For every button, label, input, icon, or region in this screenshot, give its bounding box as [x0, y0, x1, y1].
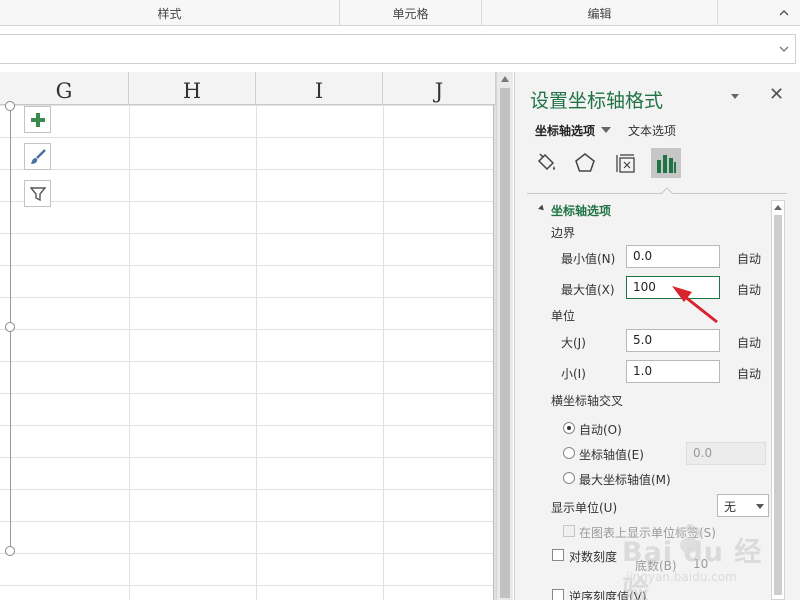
chevron-down-icon[interactable] [601, 127, 611, 133]
ribbon-group-styles: 样式 [0, 0, 340, 26]
collapse-triangle-icon[interactable] [538, 204, 546, 213]
fill-bucket-icon [537, 153, 555, 171]
format-axis-pane: 设置坐标轴格式 ✕ 坐标轴选项 文本选项 坐标轴选项 边界 最小值(N) 0.0… [514, 72, 800, 600]
crosses-max-label[interactable]: 最大坐标轴值(M) [579, 471, 671, 488]
max-auto-label: 自动 [737, 283, 762, 297]
filter-icon [29, 186, 46, 201]
grid-line [129, 105, 130, 600]
grid-line [256, 105, 257, 600]
display-units-label: 显示单位(U) [551, 501, 618, 515]
pane-title: 设置坐标轴格式 [530, 90, 664, 112]
min-auto-label: 自动 [737, 252, 762, 266]
major-unit-label: 大(J) [561, 336, 586, 350]
column-headers: G H I J [0, 72, 496, 105]
close-icon[interactable]: ✕ [769, 86, 784, 104]
reverse-order-label: 逆序刻度值(V) [569, 590, 647, 600]
size-properties-button[interactable] [611, 148, 641, 178]
column-header-h[interactable]: H [129, 72, 256, 105]
size-properties-icon [616, 154, 635, 173]
show-units-label-checkbox[interactable] [563, 525, 575, 537]
show-units-label-text: 在图表上显示单位标签(S) [579, 526, 716, 540]
units-label: 单位 [551, 309, 576, 323]
axis-crosses-label: 横坐标轴交叉 [551, 394, 624, 408]
scroll-up-arrow-icon[interactable] [774, 205, 782, 210]
max-label: 最大值(X) [561, 283, 615, 297]
major-unit-input[interactable]: 5.0 [626, 329, 720, 352]
brush-icon [30, 148, 46, 164]
chart-elements-button[interactable] [24, 106, 51, 133]
minor-unit-label: 小(I) [561, 367, 586, 381]
crosses-axis-value-radio[interactable] [563, 447, 575, 459]
tab-text-options[interactable]: 文本选项 [628, 122, 676, 139]
chart-resize-handle[interactable] [5, 546, 15, 556]
crosses-auto-label[interactable]: 自动(O) [579, 421, 622, 438]
grid-line [383, 105, 384, 600]
scroll-up-arrow-icon[interactable] [501, 76, 509, 82]
minor-auto-label: 自动 [737, 367, 762, 381]
chart-resize-handle[interactable] [5, 101, 15, 111]
crosses-max-radio[interactable] [563, 472, 575, 484]
pane-options-chevron-icon[interactable] [731, 94, 739, 99]
log-scale-checkbox[interactable] [552, 549, 564, 561]
ribbon-group-labels: 样式 单元格 编辑 [0, 0, 800, 26]
collapse-ribbon-icon[interactable] [778, 7, 790, 19]
worksheet-scrollbar[interactable] [496, 72, 513, 600]
log-scale-label: 对数刻度 [569, 550, 618, 564]
crosses-auto-radio[interactable] [563, 422, 575, 434]
column-header-i[interactable]: I [256, 72, 383, 105]
effects-button[interactable] [570, 148, 600, 178]
chart-filters-button[interactable] [24, 180, 51, 207]
plus-icon [30, 112, 45, 127]
bar-chart-icon [657, 155, 676, 173]
pane-scrollbar[interactable] [771, 200, 785, 600]
display-units-value: 无 [724, 500, 737, 514]
section-axis-options[interactable]: 坐标轴选项 [551, 202, 611, 219]
crosses-axis-value-label[interactable]: 坐标轴值(E) [579, 446, 644, 463]
min-bound-input[interactable]: 0.0 [626, 245, 720, 268]
display-units-select[interactable]: 无 [717, 494, 769, 517]
max-bound-input[interactable]: 100 [626, 276, 720, 299]
log-base-label: 底数(B) [635, 559, 677, 573]
crosses-axis-value-input[interactable]: 0.0 [686, 442, 766, 465]
chart-resize-handle[interactable] [5, 322, 15, 332]
icon-row-divider [527, 193, 787, 194]
column-header-g[interactable]: G [0, 72, 129, 105]
column-header-j[interactable]: J [383, 72, 496, 105]
bounds-label: 边界 [551, 226, 576, 240]
ribbon-group-editing: 编辑 [482, 0, 718, 26]
worksheet[interactable]: G H I J [0, 72, 496, 600]
ribbon-group-cells: 单元格 [340, 0, 482, 26]
log-base-value: 10 [693, 557, 709, 571]
tab-axis-options[interactable]: 坐标轴选项 [535, 122, 595, 139]
chevron-down-icon [756, 504, 764, 509]
pentagon-icon [575, 153, 595, 172]
expand-formula-bar-icon[interactable] [779, 45, 789, 53]
axis-options-button[interactable] [651, 148, 681, 178]
major-auto-label: 自动 [737, 336, 762, 350]
reverse-order-checkbox[interactable] [552, 589, 564, 600]
cell-grid[interactable] [0, 105, 496, 600]
formula-bar[interactable] [0, 34, 796, 64]
minor-unit-input[interactable]: 1.0 [626, 360, 720, 383]
chart-styles-button[interactable] [24, 143, 51, 170]
scrollbar-thumb[interactable] [500, 88, 510, 598]
fill-line-button[interactable] [531, 148, 561, 178]
min-label: 最小值(N) [561, 252, 616, 266]
scrollbar-thumb[interactable] [774, 215, 782, 595]
selected-pointer-icon [661, 187, 673, 194]
